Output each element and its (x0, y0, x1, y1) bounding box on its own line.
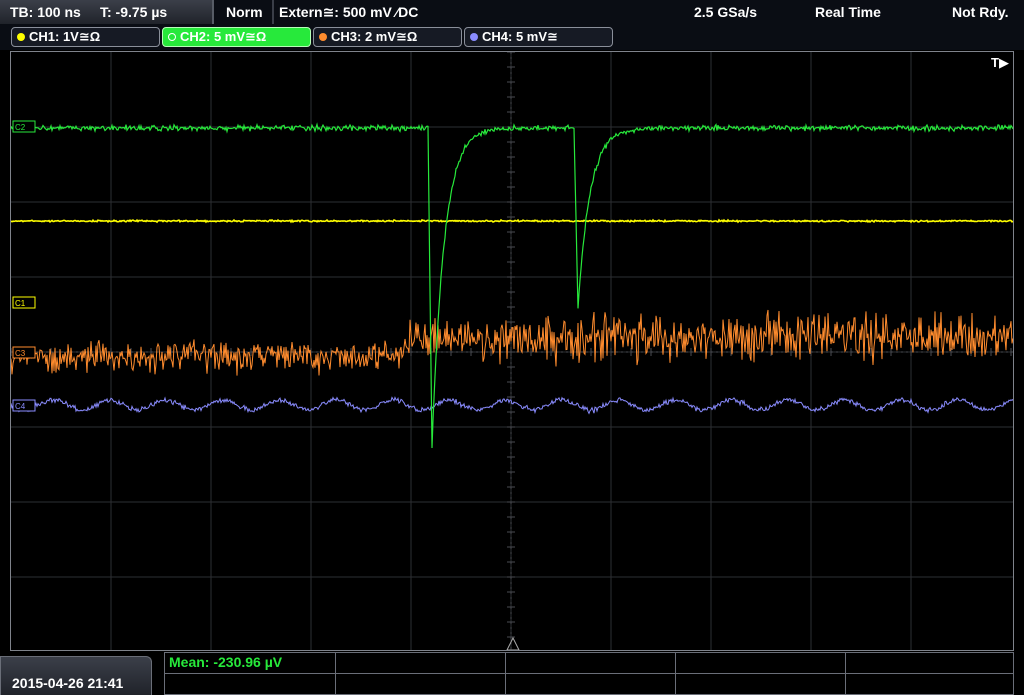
marker-ch2-label: C2 (15, 123, 26, 132)
timebase-box[interactable]: TB: 100 ns T: -9.75 µs (0, 0, 214, 24)
measurement-table[interactable]: Mean: -230.96 µV (164, 652, 1014, 695)
table-divider (845, 653, 846, 694)
waveform-canvas: C2 C1 C3 C4 (11, 52, 1013, 650)
marker-ch2[interactable]: C2 (12, 120, 36, 133)
sample-rate[interactable]: 2.5 GSa/s (694, 0, 757, 24)
marker-ch3-label: C3 (15, 349, 26, 358)
datetime-label: 2015-04-26 21:41 (12, 675, 124, 691)
status-bar: TB: 100 ns T: -9.75 µs Norm Extern≅: 500… (0, 0, 1024, 24)
trigger-time-value: T: -9.75 µs (100, 4, 168, 20)
mean-measurement: Mean: -230.96 µV (169, 654, 283, 670)
table-divider (165, 673, 1013, 674)
trace-ch1 (11, 218, 1013, 224)
marker-ch3[interactable]: C3 (12, 346, 36, 359)
channel-tab-ch2[interactable]: CH2: 5 mV≅Ω (162, 27, 311, 47)
trigger-source[interactable]: Extern≅: 500 mV ⁄DC (279, 0, 418, 24)
channel-label: CH3: 2 mV≅Ω (331, 29, 418, 44)
ch1-dot-icon (17, 33, 25, 41)
ready-state: Not Rdy. (952, 4, 1009, 20)
trigger-indicator-icon: T▶ (991, 55, 1009, 70)
trigger-position-icon (506, 636, 520, 650)
trigger-mode[interactable]: Norm (226, 0, 263, 24)
acquisition-mode[interactable]: Real Time (815, 0, 881, 24)
channel-label: CH2: 5 mV≅Ω (180, 29, 267, 44)
marker-ch1[interactable]: C1 (12, 296, 36, 309)
table-divider (505, 653, 506, 694)
channel-tab-row: CH1: 1V≅Ω CH2: 5 mV≅Ω CH3: 2 mV≅Ω CH4: 5… (0, 24, 1024, 50)
ch2-dot-icon (168, 33, 176, 41)
bottom-bar: 2015-04-26 21:41 Mean: -230.96 µV (0, 652, 1024, 695)
channel-tab-ch1[interactable]: CH1: 1V≅Ω (11, 27, 160, 47)
channel-label: CH1: 1V≅Ω (29, 29, 101, 44)
ch3-dot-icon (319, 33, 327, 41)
trace-ch2 (11, 122, 1013, 449)
graticule (11, 52, 1013, 650)
channel-tab-ch3[interactable]: CH3: 2 mV≅Ω (313, 27, 462, 47)
marker-ch4-label: C4 (15, 402, 26, 411)
marker-ch1-label: C1 (15, 299, 26, 308)
table-divider (675, 653, 676, 694)
channel-label: CH4: 5 mV≅ (482, 29, 558, 44)
datetime-box: 2015-04-26 21:41 (0, 656, 152, 695)
timebase-value: TB: 100 ns (10, 4, 81, 20)
ch4-dot-icon (470, 33, 478, 41)
trace-ch4 (11, 396, 1013, 415)
trace-ch3 (11, 309, 1013, 376)
divider (272, 0, 274, 24)
waveform-display[interactable]: C2 C1 C3 C4 T▶ (10, 51, 1014, 651)
marker-ch4[interactable]: C4 (12, 399, 36, 412)
channel-tab-ch4[interactable]: CH4: 5 mV≅ (464, 27, 613, 47)
table-divider (335, 653, 336, 694)
